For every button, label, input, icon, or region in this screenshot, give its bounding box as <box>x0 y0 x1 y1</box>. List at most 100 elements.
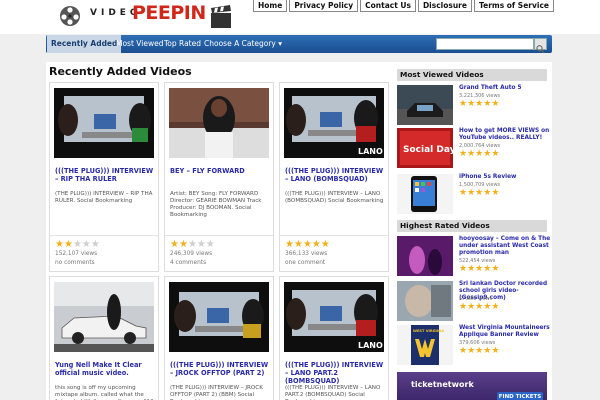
star-icon[interactable]: ★ <box>91 240 100 250</box>
comment-count-link[interactable]: no comments <box>55 260 95 266</box>
star-icon[interactable]: ★ <box>475 189 483 198</box>
star-icon[interactable]: ★ <box>179 240 188 250</box>
star-icon[interactable]: ★ <box>475 347 483 356</box>
rating-stars[interactable]: ★ ★ ★ ★ ★ <box>459 150 499 159</box>
video-thumbnail[interactable]: LANO <box>284 282 384 352</box>
star-icon[interactable]: ★ <box>491 189 499 198</box>
search-button[interactable] <box>534 38 547 54</box>
video-thumbnail[interactable] <box>169 282 269 352</box>
comment-count-link[interactable]: one comment <box>285 260 325 266</box>
star-icon[interactable]: ★ <box>170 240 179 250</box>
star-icon[interactable]: ★ <box>459 347 467 356</box>
star-icon[interactable]: ★ <box>467 347 475 356</box>
sidebar-video-title-link[interactable]: hooyoosay – Come on & The under assistan… <box>459 236 551 257</box>
star-icon[interactable]: ★ <box>483 347 491 356</box>
star-icon[interactable]: ★ <box>483 303 491 312</box>
video-title-link[interactable]: (((THE PLUG))) INTERVIEW – LANO PART.2 (… <box>285 361 385 385</box>
star-icon[interactable]: ★ <box>491 347 499 356</box>
ticketnetwork-ad-banner[interactable]: ticketnetwork FIND TICKETS <box>397 372 547 400</box>
highest-rated-heading: Highest Rated Videos <box>397 220 547 232</box>
rating-stars[interactable]: ★ ★ ★ ★ ★ <box>170 240 215 250</box>
video-title-link[interactable]: (((THE PLUG))) INTERVIEW – LANO (BOMBSQU… <box>285 167 385 183</box>
star-icon[interactable]: ★ <box>467 150 475 159</box>
star-icon[interactable]: ★ <box>475 100 483 109</box>
video-title-link[interactable]: BEY – FLY FORWARD <box>170 167 270 175</box>
sidebar-video-title-link[interactable]: iPhone 5s Review <box>459 174 551 181</box>
main-nav-recently-added[interactable]: Recently Added <box>47 35 122 53</box>
top-nav-home[interactable]: Home <box>252 0 288 12</box>
video-title-link[interactable]: (((THE PLUG))) INTERVIEW – RIP THA RULER <box>55 167 155 183</box>
rating-stars[interactable]: ★ ★ ★ ★ ★ <box>459 189 499 198</box>
top-nav-contact-us[interactable]: Contact Us <box>360 0 416 12</box>
find-tickets-button[interactable]: FIND TICKETS <box>497 392 543 400</box>
star-icon[interactable]: ★ <box>285 240 294 250</box>
video-title-link[interactable]: (((THE PLUG))) INTERVIEW – JROCK OFFTOP … <box>170 361 270 377</box>
star-icon[interactable]: ★ <box>206 240 215 250</box>
comment-count-link[interactable]: 4 comments <box>170 260 206 266</box>
sidebar-video-title-link[interactable]: West Virginia Mountaineers Applique Bann… <box>459 325 551 339</box>
star-icon[interactable]: ★ <box>483 189 491 198</box>
rating-stars[interactable]: ★ ★ ★ ★ ★ <box>285 240 330 250</box>
concert-thumbnail-image <box>397 236 453 276</box>
star-icon[interactable]: ★ <box>459 303 467 312</box>
star-icon[interactable]: ★ <box>483 150 491 159</box>
sidebar-video-thumbnail[interactable] <box>397 236 453 276</box>
star-icon[interactable]: ★ <box>483 100 491 109</box>
star-icon[interactable]: ★ <box>475 265 483 274</box>
main-nav-choose-category[interactable]: Choose A Category ▾ <box>200 35 286 53</box>
video-thumbnail[interactable] <box>54 282 154 352</box>
sidebar-video-thumbnail[interactable]: WEST VIRGINIA <box>397 325 453 365</box>
search-input[interactable] <box>436 38 534 50</box>
star-icon[interactable]: ★ <box>467 189 475 198</box>
sidebar-video-thumbnail[interactable] <box>397 85 453 125</box>
rating-stars[interactable]: ★ ★ ★ ★ ★ <box>55 240 100 250</box>
sidebar-video-title-link[interactable]: How to get MORE VIEWS on YouTube videos.… <box>459 128 551 142</box>
video-title-link[interactable]: Yung Nell Make It Clear official music v… <box>55 361 155 377</box>
rating-stars[interactable]: ★ ★ ★ ★ ★ <box>459 265 499 274</box>
rating-stars[interactable]: ★ ★ ★ ★ ★ <box>459 347 499 356</box>
rating-stars[interactable]: ★ ★ ★ ★ ★ <box>459 100 499 109</box>
star-icon[interactable]: ★ <box>294 240 303 250</box>
star-icon[interactable]: ★ <box>303 240 312 250</box>
star-icon[interactable]: ★ <box>459 265 467 274</box>
star-icon[interactable]: ★ <box>467 265 475 274</box>
sidebar-video-thumbnail[interactable] <box>397 281 453 321</box>
star-icon[interactable]: ★ <box>321 240 330 250</box>
star-icon[interactable]: ★ <box>491 100 499 109</box>
thumbnail-caption: WEST VIRGINIA <box>413 329 444 333</box>
top-nav-terms-of-service[interactable]: Terms of Service <box>473 0 554 12</box>
star-icon[interactable]: ★ <box>64 240 73 250</box>
video-card: LANO (((THE PLUG))) INTERVIEW – LANO PAR… <box>279 276 389 400</box>
sidebar-video-thumbnail[interactable]: Social Days <box>397 128 453 168</box>
top-nav-disclosure[interactable]: Disclosure <box>417 0 472 12</box>
site-logo[interactable]: VIDEO PEEPIN <box>58 2 238 32</box>
star-icon[interactable]: ★ <box>475 150 483 159</box>
sidebar-video-thumbnail[interactable] <box>397 174 453 214</box>
star-icon[interactable]: ★ <box>467 100 475 109</box>
star-icon[interactable]: ★ <box>82 240 91 250</box>
main-nav-top-rated[interactable]: Top Rated <box>160 35 205 53</box>
star-icon[interactable]: ★ <box>312 240 321 250</box>
thumbnail-caption: Social Days <box>403 145 453 155</box>
star-icon[interactable]: ★ <box>483 265 491 274</box>
sidebar-video-item: iPhone 5s Review 1,500,709 views ★ ★ ★ ★ ★ <box>397 174 549 214</box>
star-icon[interactable]: ★ <box>459 150 467 159</box>
star-icon[interactable]: ★ <box>475 303 483 312</box>
video-thumbnail[interactable] <box>54 88 154 158</box>
star-icon[interactable]: ★ <box>491 303 499 312</box>
star-icon[interactable]: ★ <box>188 240 197 250</box>
star-icon[interactable]: ★ <box>459 100 467 109</box>
video-thumbnail[interactable]: LANO <box>284 88 384 158</box>
top-nav-privacy-policy[interactable]: Privacy Policy <box>289 0 359 12</box>
video-thumbnail[interactable] <box>169 88 269 158</box>
star-icon[interactable]: ★ <box>459 189 467 198</box>
star-icon[interactable]: ★ <box>467 303 475 312</box>
star-icon[interactable]: ★ <box>73 240 82 250</box>
star-icon[interactable]: ★ <box>491 265 499 274</box>
rating-stars[interactable]: ★ ★ ★ ★ ★ <box>459 303 499 312</box>
sidebar-video-title-link[interactable]: Grand Theft Auto 5 <box>459 85 551 92</box>
star-icon[interactable]: ★ <box>197 240 206 250</box>
clapperboard-icon <box>211 5 231 28</box>
star-icon[interactable]: ★ <box>491 150 499 159</box>
star-icon[interactable]: ★ <box>55 240 64 250</box>
